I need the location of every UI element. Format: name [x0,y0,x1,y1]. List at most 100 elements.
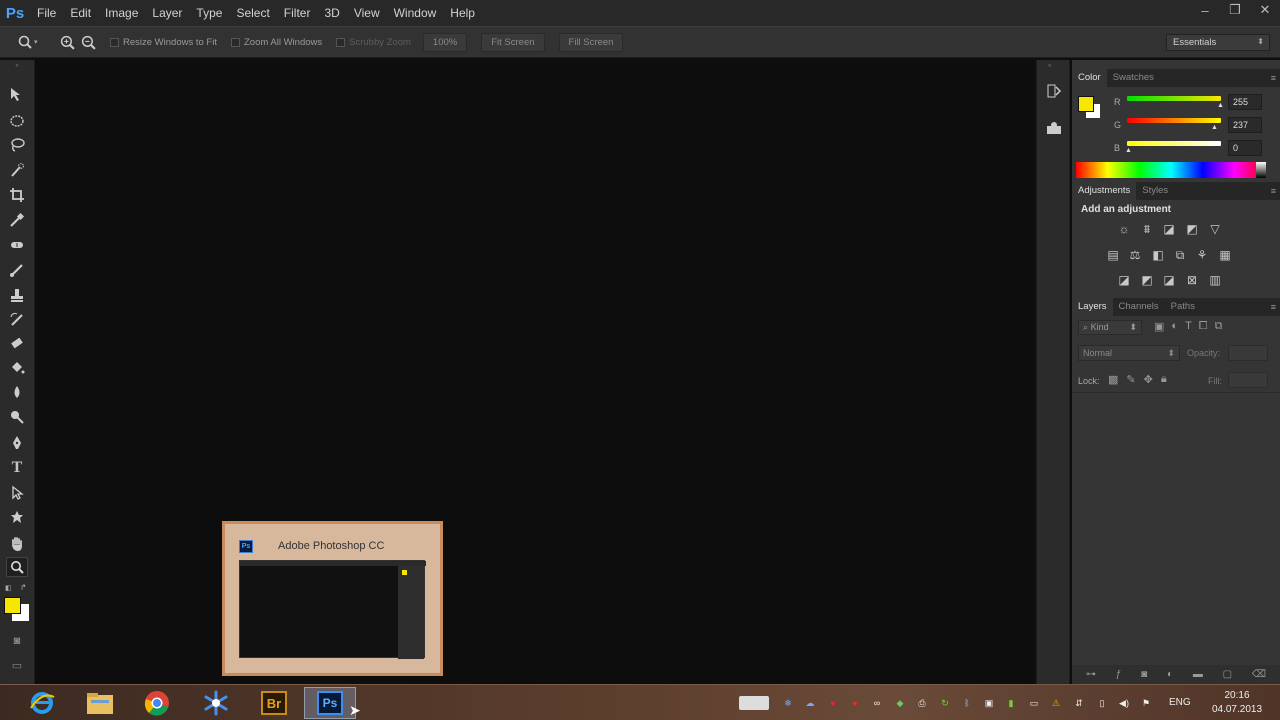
taskbar-thumbnail-preview[interactable]: Ps Adobe Photoshop CC [222,521,443,676]
restore-button[interactable]: ❐ [1220,0,1250,20]
shape-filter-icon[interactable]: ⧠ [1199,320,1208,336]
crop-tool-icon[interactable] [6,185,28,205]
tab-paths[interactable]: Paths [1165,298,1201,316]
tray-battery-icon[interactable]: ▮ [1005,697,1017,709]
gradient-map-icon[interactable]: ⊠ [1184,273,1200,287]
lock-all-icon[interactable]: 🔒︎ [1161,373,1167,386]
tray-green-app-icon[interactable]: ◆ [894,697,906,709]
dodge-tool-icon[interactable] [6,407,28,427]
blur-tool-icon[interactable] [6,382,28,402]
screen-mode-icon[interactable]: ▭ [6,655,28,675]
tray-printer-icon[interactable]: ⎙ [916,697,928,709]
eraser-tool-icon[interactable] [6,333,28,353]
path-selection-tool-icon[interactable] [6,483,28,503]
menu-image[interactable]: Image [98,6,145,20]
type-filter-icon[interactable]: T [1185,320,1192,336]
panel-menu-icon[interactable]: ≡ [1271,73,1276,83]
internet-explorer-icon[interactable] [16,687,68,719]
channel-mixer-icon[interactable]: ⚘ [1194,248,1210,262]
quick-mask-icon[interactable]: ◙ [6,631,28,651]
pen-tool-icon[interactable] [6,433,28,453]
collapse-arrows-icon[interactable]: » [6,62,28,70]
bluetooth-icon[interactable]: ᛒ [961,697,973,709]
red-slider[interactable] [1127,96,1221,101]
brush-tool-icon[interactable] [6,260,28,280]
shape-tool-icon[interactable] [6,507,28,527]
new-group-icon[interactable]: ▬ [1193,669,1203,680]
lock-pixels-icon[interactable]: ✎ [1126,373,1135,386]
touch-keyboard-icon[interactable] [739,696,769,710]
color-foreground-swatch[interactable] [1078,96,1094,112]
slider-handle-icon[interactable]: ▲ [1211,124,1218,131]
green-value-field[interactable]: 237 [1228,117,1262,133]
menu-window[interactable]: Window [387,6,444,20]
layers-list[interactable] [1072,392,1280,664]
menu-edit[interactable]: Edit [63,6,98,20]
tab-layers[interactable]: Layers [1072,298,1113,316]
chrome-icon[interactable] [131,687,183,719]
layer-style-icon[interactable]: ƒ [1116,669,1122,680]
tray-sync-icon[interactable]: ↻ [939,697,951,709]
blend-mode-select[interactable]: Normal ⬍ [1078,345,1180,361]
tab-styles[interactable]: Styles [1136,182,1174,200]
eyedropper-tool-icon[interactable] [6,210,28,230]
default-colors-icon[interactable]: ◧ [5,584,12,592]
layer-mask-icon[interactable]: ◙ [1141,669,1147,680]
minimize-button[interactable]: – [1190,0,1220,20]
zoom-tool-icon[interactable]: ▾ [18,35,44,49]
tray-red-app-icon[interactable]: ● [827,697,839,709]
quick-selection-tool-icon[interactable] [6,160,28,180]
clock[interactable]: 20:16 04.07.2013 [1205,689,1269,717]
lasso-tool-icon[interactable] [6,135,28,155]
color-lookup-icon[interactable]: ▦ [1217,248,1233,262]
zoom-tool-active-icon[interactable] [6,557,28,577]
tray-mic-icon[interactable]: ▯ [1096,697,1108,709]
healing-brush-tool-icon[interactable] [6,235,28,255]
menu-file[interactable]: File [30,6,63,20]
menu-view[interactable]: View [347,6,387,20]
tray-snowflake-icon[interactable]: ❄ [782,697,794,709]
tray-warning-icon[interactable]: ⚠ [1050,697,1062,709]
invert-icon[interactable]: ◪ [1116,273,1132,287]
opacity-field[interactable] [1228,345,1268,361]
blue-slider[interactable] [1127,141,1221,146]
properties-icon[interactable] [1045,120,1063,138]
green-slider[interactable] [1127,118,1221,123]
collapse-arrows-icon[interactable]: « [1048,63,1051,69]
marquee-tool-icon[interactable] [6,111,28,131]
color-balance-icon[interactable]: ⚖ [1127,248,1143,262]
panel-menu-icon[interactable]: ≡ [1271,302,1276,312]
foreground-color-swatch[interactable] [4,597,21,614]
fill-field[interactable] [1228,372,1268,388]
slider-handle-icon[interactable]: ▲ [1217,102,1224,109]
blue-value-field[interactable]: 0 [1228,140,1262,156]
type-tool-icon[interactable]: T [6,458,28,478]
delete-layer-icon[interactable]: ⌫ [1252,669,1266,680]
levels-icon[interactable]: ⩩ [1139,222,1155,236]
link-layers-icon[interactable]: ⊶ [1086,669,1096,680]
menu-type[interactable]: Type [189,6,229,20]
move-tool-icon[interactable] [6,85,28,105]
paint-bucket-tool-icon[interactable] [6,358,28,378]
action-center-flag-icon[interactable]: ⚑ [1140,697,1152,709]
vibrance-icon[interactable]: ▽ [1207,222,1223,236]
black-white-icon[interactable]: ◧ [1150,248,1166,262]
new-adjustment-layer-icon[interactable]: ◐ [1167,669,1173,680]
clone-stamp-tool-icon[interactable] [6,285,28,305]
workspace-select[interactable]: Essentials ⬍ [1166,34,1270,51]
menu-filter[interactable]: Filter [277,6,318,20]
panel-menu-icon[interactable]: ≡ [1271,186,1276,196]
new-layer-icon[interactable]: ▢ [1223,669,1232,680]
fill-screen-button[interactable]: Fill Screen [558,32,624,52]
snowflake-app-icon[interactable] [190,687,242,719]
hue-saturation-icon[interactable]: ▤ [1105,248,1121,262]
tray-link-icon[interactable]: ∞ [871,697,883,709]
scrubby-zoom-checkbox[interactable]: Scrubby Zoom [336,37,411,48]
zoom-100-button[interactable]: 100% [422,32,468,52]
history-brush-tool-icon[interactable] [6,310,28,330]
menu-help[interactable]: Help [443,6,482,20]
exposure-icon[interactable]: ◩ [1184,222,1200,236]
menu-select[interactable]: Select [229,6,276,20]
tray-alert-icon[interactable]: ● [849,697,861,709]
file-explorer-icon[interactable] [74,687,126,719]
